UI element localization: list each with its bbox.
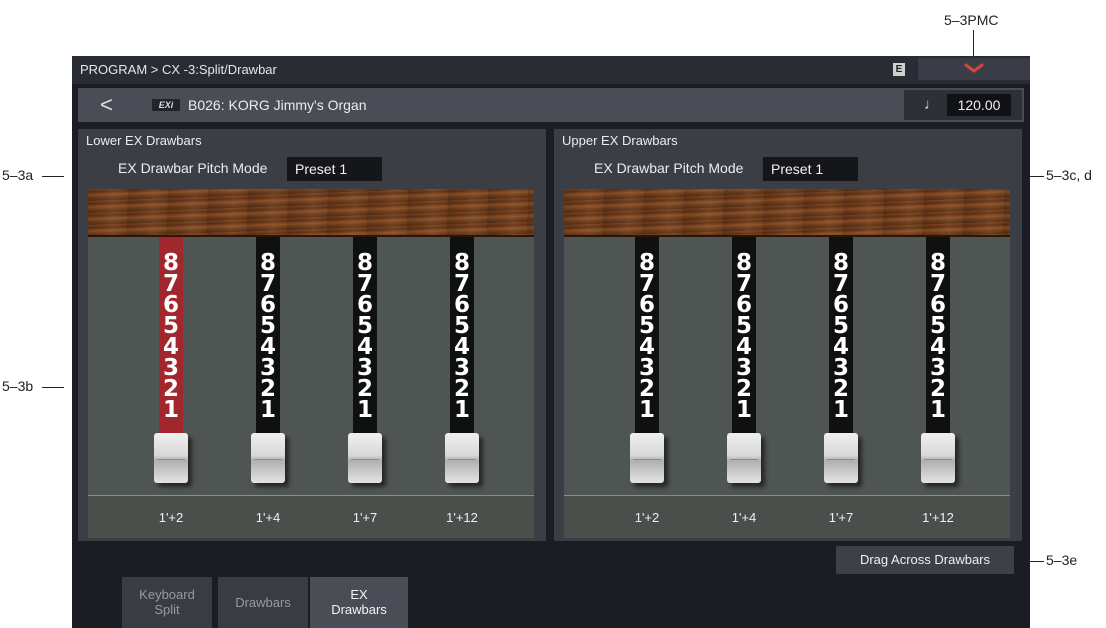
lower-drawbar-4[interactable]: 87654321	[436, 237, 488, 495]
drawbar-scale-number: 1	[453, 397, 470, 423]
lower-drawbar-scale: 87654321	[450, 252, 474, 423]
lower-drawbar-shaft[interactable]: 87654321	[256, 237, 280, 433]
tab-ex-drawbars[interactable]: EX Drawbars	[310, 577, 408, 628]
lower-drawbar-knob[interactable]	[348, 433, 382, 483]
drawbar-scale-number: 1	[638, 397, 655, 423]
upper-drawbar-shaft[interactable]: 87654321	[926, 237, 950, 433]
chevron-down-icon	[964, 63, 984, 73]
tab-keyboard-split-line2: Split	[154, 602, 180, 617]
drawbar-scale-number: 1	[356, 397, 373, 423]
quarter-note-icon: ♩	[924, 96, 939, 113]
breadcrumb: PROGRAM > CX -3:Split/Drawbar	[80, 62, 277, 77]
upper-drawbar-labels: 1'+2 1'+4 1'+7 1'+12	[564, 496, 1010, 538]
upper-drawbar-label: 1'+12	[922, 510, 954, 525]
tab-ex-drawbars-line1: EX	[350, 587, 368, 602]
tab-ex-drawbars-line2: Drawbars	[331, 602, 387, 617]
drawbar-scale-number: 1	[259, 397, 276, 423]
lower-drawbar-shaft[interactable]: 87654321	[159, 237, 183, 433]
lower-drawbar-label: 1'+2	[158, 510, 184, 525]
lower-drawbar-knob[interactable]	[154, 433, 188, 483]
drawbar-scale-number: 1	[832, 397, 849, 423]
upper-drawbar-label: 1'+7	[828, 510, 854, 525]
upper-drawbar-1[interactable]: 87654321	[621, 237, 673, 495]
back-arrow-icon[interactable]: <	[100, 92, 124, 118]
upper-drawbar-shaft[interactable]: 87654321	[732, 237, 756, 433]
lower-pitch-mode-select[interactable]: Preset 1	[287, 157, 382, 181]
drawbar-scale-number: 1	[929, 397, 946, 423]
upper-drawbar-2[interactable]: 87654321	[718, 237, 770, 495]
tempo-control[interactable]: ♩ 120.00	[904, 90, 1022, 120]
upper-ex-drawbars-panel: Upper EX Drawbars EX Drawbar Pitch Mode …	[554, 129, 1022, 541]
page-menu-button[interactable]	[918, 58, 1030, 80]
upper-drawbar-4[interactable]: 87654321	[912, 237, 964, 495]
drag-across-drawbars-button[interactable]: Drag Across Drawbars	[836, 546, 1014, 574]
mode-badge: E	[893, 63, 905, 76]
lower-drawbar-scale: 87654321	[353, 252, 377, 423]
lower-drawbar-3[interactable]: 87654321	[339, 237, 391, 495]
lower-drawbar-knob[interactable]	[251, 433, 285, 483]
callout-b: 5–3b	[2, 378, 34, 394]
upper-drawbar-shaft[interactable]: 87654321	[829, 237, 853, 433]
lower-drawbar-2[interactable]: 87654321	[242, 237, 294, 495]
lower-wood-header	[88, 189, 534, 237]
callout-e: 5–3e	[1046, 552, 1078, 568]
lower-drawbar-label: 1'+12	[446, 510, 478, 525]
callout-a: 5–3a	[2, 167, 34, 183]
upper-pitch-mode-select[interactable]: Preset 1	[763, 157, 858, 181]
lower-drawbar-shaft[interactable]: 87654321	[450, 237, 474, 433]
callout-a-line	[42, 176, 64, 177]
upper-panel-title: Upper EX Drawbars	[562, 133, 678, 148]
upper-drawbar-well: 87654321 87654321 87654321 87654321	[564, 237, 1010, 495]
upper-drawbar-scale: 87654321	[829, 252, 853, 423]
program-name[interactable]: B026: KORG Jimmy's Organ	[188, 97, 367, 113]
upper-drawbar-knob[interactable]	[727, 433, 761, 483]
upper-pitch-mode-label: EX Drawbar Pitch Mode	[594, 160, 744, 176]
upper-drawbar-knob[interactable]	[921, 433, 955, 483]
upper-drawbar-label: 1'+2	[634, 510, 660, 525]
upper-drawbar-knob[interactable]	[824, 433, 858, 483]
lower-drawbar-label: 1'+7	[352, 510, 378, 525]
lower-ex-drawbars-panel: Lower EX Drawbars EX Drawbar Pitch Mode …	[78, 129, 546, 541]
lower-drawbar-knob[interactable]	[445, 433, 479, 483]
upper-drawbar-3[interactable]: 87654321	[815, 237, 867, 495]
drawbar-scale-number: 1	[735, 397, 752, 423]
lower-drawbar-shaft[interactable]: 87654321	[353, 237, 377, 433]
program-bar: < EXi B026: KORG Jimmy's Organ ♩ 120.00	[78, 88, 1024, 122]
tempo-value[interactable]: 120.00	[947, 94, 1011, 116]
upper-wood-header	[564, 189, 1010, 237]
lower-drawbar-well: 87654321 87654321 87654321 87654321	[88, 237, 534, 495]
tab-drawbars[interactable]: Drawbars	[218, 577, 308, 628]
callout-pmc-line	[973, 30, 974, 58]
lower-drawbar-scale: 87654321	[159, 252, 183, 423]
synth-screen: PROGRAM > CX -3:Split/Drawbar E < EXi B0…	[72, 56, 1030, 628]
lower-drawbar-scale: 87654321	[256, 252, 280, 423]
tab-keyboard-split-line1: Keyboard	[139, 587, 195, 602]
upper-drawbar-scale: 87654321	[732, 252, 756, 423]
drawbar-scale-number: 1	[162, 397, 179, 423]
lower-drawbar-labels: 1'+2 1'+4 1'+7 1'+12	[88, 496, 534, 538]
lower-pitch-mode-label: EX Drawbar Pitch Mode	[118, 160, 268, 176]
lower-drawbar-1[interactable]: 87654321	[145, 237, 197, 495]
tab-drawbars-label: Drawbars	[235, 595, 291, 610]
upper-drawbar-label: 1'+4	[731, 510, 757, 525]
callout-cd: 5–3c, d	[1046, 167, 1092, 183]
tab-keyboard-split[interactable]: Keyboard Split	[122, 577, 212, 628]
upper-drawbar-shaft[interactable]: 87654321	[635, 237, 659, 433]
callout-pmc: 5–3PMC	[944, 12, 999, 28]
upper-drawbar-knob[interactable]	[630, 433, 664, 483]
upper-drawbar-scale: 87654321	[926, 252, 950, 423]
callout-b-line	[42, 387, 64, 388]
upper-drawbar-scale: 87654321	[635, 252, 659, 423]
lower-drawbar-label: 1'+4	[255, 510, 281, 525]
bank-type-badge: EXi	[152, 99, 180, 111]
title-bar: PROGRAM > CX -3:Split/Drawbar E	[72, 56, 1030, 84]
lower-panel-title: Lower EX Drawbars	[86, 133, 202, 148]
